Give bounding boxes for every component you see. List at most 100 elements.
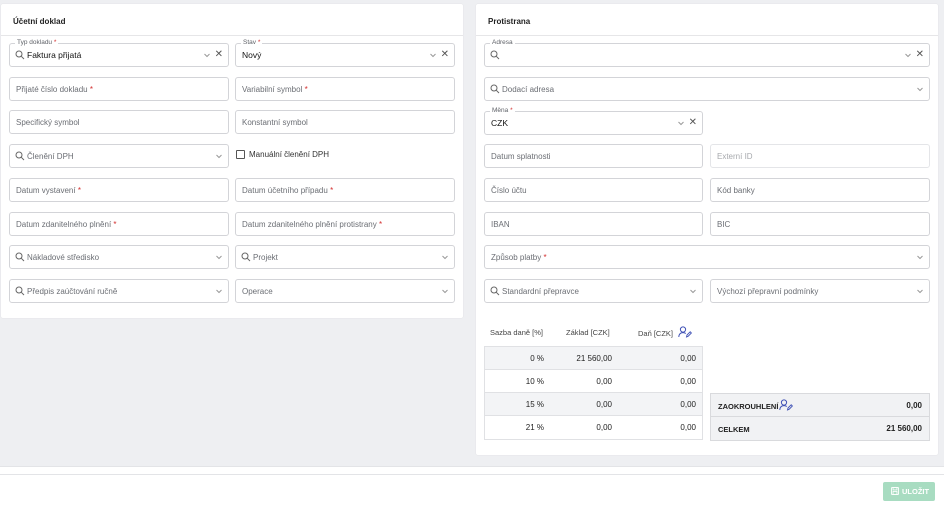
mena-select[interactable]: Měna * CZK ✕ (484, 107, 703, 135)
manualni-cleneni-label: Manuální členění DPH (249, 150, 330, 159)
projekt-select[interactable]: Projekt (235, 245, 455, 269)
save-button-label: ULOŽIT (902, 487, 930, 496)
chevron-down-icon[interactable] (916, 85, 924, 93)
chevron-down-icon[interactable] (916, 253, 924, 261)
search-icon (15, 286, 25, 296)
manualni-cleneni-checkbox[interactable] (236, 150, 245, 159)
close-icon[interactable]: ✕ (441, 49, 449, 61)
konstantni-symbol-input[interactable]: Konstantní symbol (235, 110, 455, 134)
datum-zdanitelneho-protistrany-input[interactable]: Datum zdanitelného plnění protistrany * (235, 212, 455, 236)
total-label: CELKEM (718, 425, 750, 434)
standardni-prepravce-select[interactable]: Standardní přepravce (484, 279, 703, 303)
search-icon (15, 50, 25, 60)
panel-title: Účetní doklad (13, 17, 66, 26)
bic-input[interactable]: BIC (710, 212, 930, 236)
panel-title: Protistrana (488, 17, 531, 26)
search-icon (490, 286, 500, 296)
specificky-symbol-input[interactable]: Specifický symbol (9, 110, 229, 134)
cislo-uctu-label: Číslo účtu (491, 186, 527, 195)
chevron-down-icon[interactable] (203, 51, 211, 59)
vat-base: 0,00 (596, 377, 612, 386)
dodaci-adresa-label: Dodací adresa (502, 85, 555, 94)
predpis-zauctovani-label: Předpis zaúčtování ručně (27, 287, 118, 296)
zpusob-platby-select[interactable]: Způsob platby * (484, 245, 930, 269)
datum-ucetniho-pripadu-input[interactable]: Datum účetního případu * (235, 178, 455, 202)
datum-splatnosti-label: Datum splatnosti (491, 152, 551, 161)
adresa-select[interactable]: Adresa ✕ (484, 39, 930, 67)
search-icon (15, 151, 25, 161)
mena-value: CZK (491, 118, 508, 128)
datum-vystaveni-label: Datum vystavení * (16, 186, 81, 195)
user-edit-icon[interactable] (678, 326, 692, 338)
variabilni-symbol-input[interactable]: Variabilní symbol * (235, 77, 455, 101)
cislo-uctu-input[interactable]: Číslo účtu (484, 178, 703, 202)
datum-zdanitelneho-input[interactable]: Datum zdanitelného plnění * (9, 212, 229, 236)
rounding-row: ZAOKROUHLENÍ 0,00 (711, 394, 929, 417)
vat-base: 21 560,00 (576, 354, 612, 363)
dodaci-adresa-select[interactable]: Dodací adresa (484, 77, 930, 101)
search-icon (490, 84, 500, 94)
variabilni-symbol-label: Variabilní symbol * (242, 85, 308, 94)
vychozi-podminky-label: Výchozí přepravní podmínky (717, 287, 819, 296)
cleneni-dph-select[interactable]: Členění DPH (9, 144, 229, 168)
rounding-value: 0,00 (906, 401, 922, 410)
konstantni-symbol-label: Konstantní symbol (242, 118, 308, 127)
search-icon (15, 252, 25, 262)
vat-header-base: Základ [CZK] (566, 328, 610, 337)
datum-ucetniho-pripadu-label: Datum účetního případu * (242, 186, 334, 195)
predpis-zauctovani-select[interactable]: Předpis zaúčtování ručně (9, 279, 229, 303)
close-icon[interactable]: ✕ (215, 49, 223, 61)
stav-value: Nový (242, 50, 262, 60)
iban-label: IBAN (491, 220, 510, 229)
table-row: 21 % 0,00 0,00 (485, 416, 702, 439)
datum-splatnosti-input[interactable]: Datum splatnosti (484, 144, 703, 168)
iban-input[interactable]: IBAN (484, 212, 703, 236)
stav-select[interactable]: Stav * Nový ✕ (235, 39, 455, 67)
cleneni-dph-label: Členění DPH (27, 152, 74, 161)
chevron-down-icon[interactable] (441, 287, 449, 295)
externi-id-label: Externí ID (717, 152, 753, 161)
vat-base: 0,00 (596, 400, 612, 409)
chevron-down-icon[interactable] (215, 152, 223, 160)
close-icon[interactable]: ✕ (689, 117, 697, 129)
vat-table: 0 % 21 560,00 0,00 10 % 0,00 0,00 15 % 0… (484, 346, 703, 440)
chevron-down-icon[interactable] (215, 253, 223, 261)
datum-zdanitelneho-label: Datum zdanitelného plnění * (16, 220, 117, 229)
standardni-prepravce-label: Standardní přepravce (502, 287, 579, 296)
prijate-cislo-input[interactable]: Přijaté číslo dokladu * (9, 77, 229, 101)
chevron-down-icon[interactable] (677, 119, 685, 127)
vat-tax: 0,00 (680, 377, 696, 386)
projekt-label: Projekt (253, 253, 278, 262)
mena-legend: Měna * (490, 107, 515, 115)
kod-banky-input[interactable]: Kód banky (710, 178, 930, 202)
user-edit-icon[interactable] (779, 399, 793, 411)
vat-tax: 0,00 (680, 354, 696, 363)
rounding-label: ZAOKROUHLENÍ (718, 402, 779, 411)
typ-dokladu-legend: Typ dokladu * (15, 39, 59, 47)
vat-header-rate: Sazba daně [%] (490, 328, 543, 337)
bic-label: BIC (717, 220, 731, 229)
operace-label: Operace (242, 287, 273, 296)
chevron-down-icon[interactable] (215, 287, 223, 295)
chevron-down-icon[interactable] (689, 287, 697, 295)
vat-rate: 21 % (525, 423, 544, 432)
kod-banky-label: Kód banky (717, 186, 755, 195)
specificky-symbol-label: Specifický symbol (16, 118, 80, 127)
chevron-down-icon[interactable] (441, 253, 449, 261)
summary-table: ZAOKROUHLENÍ 0,00 CELKEM 21 560,00 (710, 393, 930, 441)
datum-zdanitelneho-protistrany-label: Datum zdanitelného plnění protistrany * (242, 220, 383, 229)
close-icon[interactable]: ✕ (916, 49, 924, 61)
chevron-down-icon[interactable] (916, 287, 924, 295)
chevron-down-icon[interactable] (429, 51, 437, 59)
total-value: 21 560,00 (886, 424, 922, 433)
datum-vystaveni-input[interactable]: Datum vystavení * (9, 178, 229, 202)
chevron-down-icon[interactable] (904, 51, 912, 59)
vychozi-podminky-select[interactable]: Výchozí přepravní podmínky (710, 279, 930, 303)
nakladove-stredisko-label: Nákladové středisko (27, 253, 100, 262)
table-row: 10 % 0,00 0,00 (485, 370, 702, 393)
operace-select[interactable]: Operace (235, 279, 455, 303)
save-button[interactable]: ULOŽIT (883, 482, 935, 501)
nakladove-stredisko-select[interactable]: Nákladové středisko (9, 245, 229, 269)
typ-dokladu-select[interactable]: Typ dokladu * Faktura přijatá ✕ (9, 39, 229, 67)
stav-legend: Stav * (241, 39, 263, 47)
